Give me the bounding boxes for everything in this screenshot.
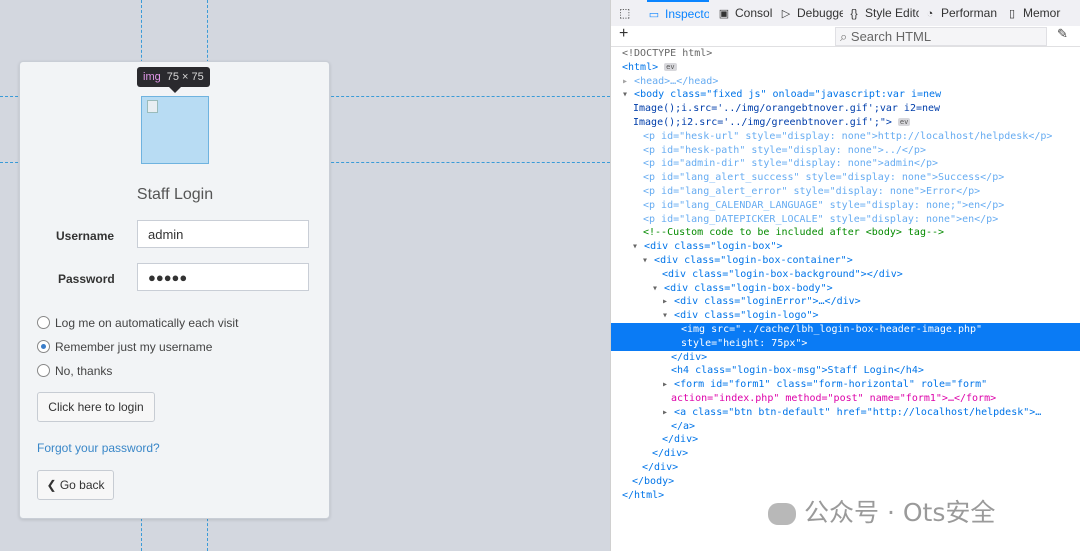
tree-line[interactable]: <p id="hesk-path" style="display: none">…: [611, 144, 1080, 158]
tree-line[interactable]: <p id="lang_alert_error" style="display:…: [611, 185, 1080, 199]
tree-line[interactable]: </div>: [611, 447, 1080, 461]
tree-line[interactable]: Image();i2.src='../img/greenbtnover.gif'…: [611, 116, 1080, 130]
tab-performance[interactable]: ◔ Performan: [923, 0, 999, 26]
eyedropper-icon[interactable]: ✎: [1057, 26, 1068, 42]
tab-console[interactable]: ▣ Consol: [717, 0, 773, 26]
tree-line-selected[interactable]: style="height: 75px">: [611, 336, 1080, 351]
password-input[interactable]: ●●●●●: [137, 263, 309, 291]
tab-label: Performan: [941, 6, 998, 20]
tree-line[interactable]: <h4 class="login-box-msg">Staff Login</h…: [611, 364, 1080, 378]
tree-line[interactable]: </body>: [611, 475, 1080, 489]
wechat-logo-icon: [768, 503, 796, 525]
search-placeholder: Search HTML: [850, 29, 932, 44]
tree-line[interactable]: <p id="lang_DATEPICKER_LOCALE" style="di…: [611, 213, 1080, 227]
watermark: 公众号 · Ots安全: [768, 493, 995, 529]
inspector-icon: ▭: [648, 9, 660, 21]
tree-line[interactable]: ▸ <form id="form1" class="form-horizonta…: [611, 378, 1080, 392]
browser-page: img 75 × 75 Staff Login Username admin Pa…: [0, 0, 610, 551]
tree-line[interactable]: ▾ <div class="login-box">: [611, 240, 1080, 254]
radio-button[interactable]: [37, 316, 50, 330]
go-back-button[interactable]: ❮ Go back: [37, 470, 114, 500]
login-button[interactable]: Click here to login: [37, 392, 155, 422]
radio-no-thanks[interactable]: No, thanks: [37, 363, 112, 379]
radio-button[interactable]: [37, 364, 50, 378]
add-node-icon[interactable]: +: [619, 25, 628, 43]
radio-auto-login[interactable]: Log me on automatically each visit: [37, 315, 238, 331]
tree-line[interactable]: </div>: [611, 351, 1080, 365]
tree-line[interactable]: ▾ <body class="fixed js" onload="javascr…: [611, 88, 1080, 102]
tree-line[interactable]: ▸ <div class="loginError">…</div>: [611, 295, 1080, 309]
tree-line[interactable]: ▾ <div class="login-box-body">: [611, 282, 1080, 296]
tree-line[interactable]: ▾ <div class="login-box-container">: [611, 254, 1080, 268]
tooltip-dimensions: 75 × 75: [166, 71, 204, 83]
forgot-password-link[interactable]: Forgot your password?: [37, 441, 160, 455]
style-editor-icon: {}: [850, 8, 858, 20]
debugger-icon: ▷: [781, 8, 791, 20]
devtools-tabbar: ⬚ ▭ Inspecto ▣ Consol ▷ Debugge {} Style Edi…: [611, 0, 1080, 27]
tree-line[interactable]: <p id="lang_CALENDAR_LANGUAGE" style="di…: [611, 199, 1080, 213]
tree-line[interactable]: <html> ev: [611, 61, 1080, 75]
broken-image-icon: [147, 100, 158, 113]
password-label: Password: [58, 272, 115, 286]
tree-line[interactable]: ▾ <div class="login-logo">: [611, 309, 1080, 323]
tree-line[interactable]: <p id="hesk-url" style="display: none">h…: [611, 130, 1080, 144]
tree-line[interactable]: <p id="lang_alert_success" style="displa…: [611, 171, 1080, 185]
tree-line[interactable]: <!--Custom code to be included after <bo…: [611, 226, 1080, 240]
tab-label: Consol: [735, 6, 773, 20]
devtools-panel: ⬚ ▭ Inspecto ▣ Consol ▷ Debugge {} Style Edi…: [610, 0, 1080, 551]
tree-line[interactable]: Image();i.src='../img/orangebtnover.gif'…: [611, 102, 1080, 116]
tab-inspector[interactable]: ▭ Inspecto: [647, 0, 709, 26]
tree-line[interactable]: </div>: [611, 433, 1080, 447]
radio-label: No, thanks: [55, 364, 113, 378]
performance-icon: ◔: [926, 8, 934, 20]
element-tooltip: img 75 × 75: [137, 67, 210, 93]
radio-button-checked[interactable]: [37, 340, 50, 354]
tooltip-tag: img: [143, 71, 161, 83]
pick-element-icon[interactable]: ⬚: [619, 0, 639, 26]
search-html-input[interactable]: ⌕ Search HTML: [835, 27, 1047, 46]
tree-line[interactable]: action="index.php" method="post" name="f…: [611, 392, 1080, 406]
tree-line[interactable]: <div class="login-box-background"></div>: [611, 268, 1080, 282]
go-back-label: Go back: [59, 478, 105, 492]
search-icon: ⌕: [840, 29, 848, 44]
username-label: Username: [56, 229, 115, 243]
tree-line[interactable]: </div>: [611, 461, 1080, 475]
watermark-text: 公众号 · Ots安全: [804, 498, 996, 527]
tree-line[interactable]: <!DOCTYPE html>: [611, 47, 1080, 61]
tab-label: Style Edito: [865, 6, 919, 20]
console-icon: ▣: [718, 8, 730, 20]
tab-debugger[interactable]: ▷ Debugge: [779, 0, 843, 26]
tab-label: Memor: [1023, 6, 1061, 20]
tab-label: Inspecto: [665, 7, 709, 21]
tree-line[interactable]: <p id="admin-dir" style="display: none">…: [611, 157, 1080, 171]
chevron-left-icon: ❮: [46, 478, 57, 492]
devtools-toolbar: + ⌕ Search HTML ✎: [611, 25, 1080, 47]
radio-remember-username[interactable]: Remember just my username: [37, 339, 212, 355]
tab-label: Debugge: [797, 6, 843, 20]
tab-style-editor[interactable]: {} Style Edito: [847, 0, 919, 26]
username-input[interactable]: admin: [137, 220, 309, 248]
tree-line[interactable]: ▸ <a class="btn btn-default" href="http:…: [611, 406, 1080, 420]
radio-label: Remember just my username: [55, 340, 213, 354]
radio-label: Log me on automatically each visit: [55, 316, 239, 330]
tree-line[interactable]: ▸ <head>…</head>: [611, 75, 1080, 89]
memory-icon: ▯: [1008, 8, 1016, 20]
tree-line[interactable]: </a>: [611, 420, 1080, 434]
tree-line-selected[interactable]: <img src="../cache/lbh_login-box-header-…: [611, 323, 1080, 337]
login-title: Staff Login: [136, 186, 214, 203]
tab-memory[interactable]: ▯ Memor: [1005, 0, 1075, 26]
